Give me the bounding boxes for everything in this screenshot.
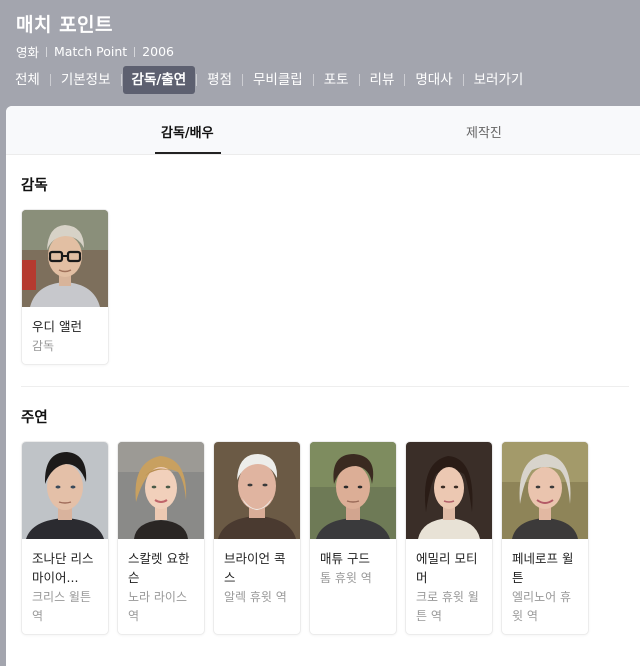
page-title: 매치 포인트 (16, 14, 114, 36)
meta-original-title: Match Point (54, 44, 128, 59)
cast-photo (406, 442, 492, 539)
movie-meta: 영화 Match Point 2006 (16, 42, 174, 61)
nav-tab-cast[interactable]: 감독/출연 (122, 66, 196, 94)
nav-tab-rating[interactable]: 평점 (198, 66, 241, 94)
subtab-crew[interactable]: 제작진 (466, 122, 502, 141)
meta-divider (46, 46, 48, 57)
person-name: 페네로프 윌튼 (512, 551, 574, 585)
person-name: 브라이언 콕스 (224, 551, 286, 585)
person-name: 스칼렛 요한슨 (128, 551, 190, 585)
person-role: 엘리노어 휴윗 역 (512, 590, 572, 623)
meta-year: 2006 (142, 44, 174, 59)
person-role: 알렉 휴윗 역 (224, 590, 287, 604)
cast-photo (310, 442, 396, 539)
nav-divider (312, 74, 314, 86)
director-card[interactable]: 우디 앨런 감독 (21, 209, 109, 365)
meta-divider (134, 46, 136, 57)
nav-tab-movieclip[interactable]: 무비클립 (244, 66, 312, 94)
content-panel: 감독/배우 제작진 감독 우디 앨런 감독 주연 조나단 리스 마이어... 크… (6, 106, 640, 666)
nav-divider (196, 74, 198, 86)
person-name: 에밀리 모티머 (416, 551, 478, 585)
nav-tab-watch[interactable]: 보러가기 (465, 66, 533, 94)
nav-tab-quotes[interactable]: 명대사 (406, 66, 461, 94)
nav-divider (49, 74, 51, 86)
nav-divider (242, 74, 243, 86)
subtab-bar: 감독/배우 제작진 (6, 106, 640, 155)
cast-card[interactable]: 에밀리 모티머 크로 휴윗 윌튼 역 (405, 441, 493, 635)
person-role: 크리스 윌튼 역 (32, 590, 92, 623)
cast-photo (502, 442, 588, 539)
cast-card[interactable]: 페네로프 윌튼 엘리노어 휴윗 역 (501, 441, 589, 635)
person-role: 감독 (32, 339, 55, 353)
cast-card[interactable]: 스칼렛 요한슨 노라 라이스 역 (117, 441, 205, 635)
nav-divider (404, 74, 406, 86)
person-role: 톰 휴윗 역 (320, 571, 372, 585)
nav-tab-all[interactable]: 전체 (6, 66, 49, 94)
subtab-director-actor[interactable]: 감독/배우 (161, 122, 214, 141)
movie-header: 매치 포인트 영화 Match Point 2006 전체 기본정보 감독/출연… (0, 0, 640, 106)
cast-photo (214, 442, 300, 539)
person-name: 매튜 구드 (320, 551, 370, 566)
nav-tab-photo[interactable]: 포토 (315, 66, 358, 94)
cast-card[interactable]: 매튜 구드 톰 휴윗 역 (309, 441, 397, 635)
nav-tab-info[interactable]: 기본정보 (52, 66, 120, 94)
cast-section-title: 주연 (21, 410, 48, 426)
cast-card[interactable]: 브라이언 콕스 알렉 휴윗 역 (213, 441, 301, 635)
main-nav: 전체 기본정보 감독/출연 평점 무비클립 포토 리뷰 명대사 보러가기 (6, 66, 532, 94)
person-role: 크로 휴윗 윌튼 역 (416, 590, 479, 623)
director-photo (22, 210, 108, 307)
person-role: 노라 라이스 역 (128, 590, 188, 623)
person-name: 조나단 리스 마이어... (32, 551, 94, 585)
nav-divider (358, 74, 360, 86)
nav-tab-review[interactable]: 리뷰 (361, 66, 404, 94)
nav-divider (462, 74, 464, 86)
cast-card[interactable]: 조나단 리스 마이어... 크리스 윌튼 역 (21, 441, 109, 635)
active-subtab-indicator (155, 152, 221, 154)
cast-photo (22, 442, 108, 539)
cast-photo (118, 442, 204, 539)
director-section-title: 감독 (21, 178, 48, 194)
nav-divider (120, 74, 122, 86)
section-divider (21, 386, 629, 387)
person-name: 우디 앨런 (32, 319, 82, 334)
meta-genre: 영화 (16, 45, 40, 60)
